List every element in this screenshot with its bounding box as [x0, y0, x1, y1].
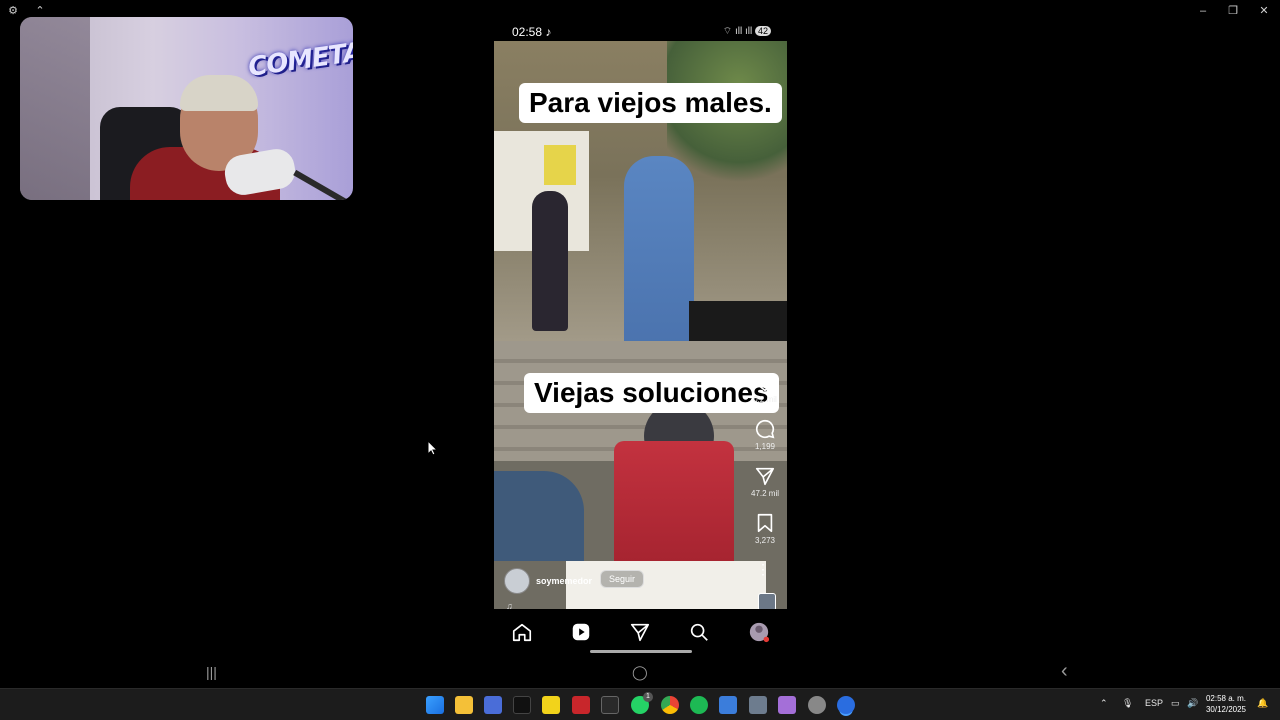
settings-icon[interactable]: ⚙ [6, 4, 20, 18]
more-options-icon[interactable]: ⋮ [756, 561, 770, 578]
taskbar: 1 ⌃ 🎙 ESP ▭ 🔊 02:58 a. m. 30/12/2025 🔔 [0, 688, 1280, 720]
mic-boom-arm [293, 169, 353, 200]
network-icon[interactable]: ▭ [1171, 698, 1180, 709]
video-red-chair [614, 441, 734, 581]
profile-avatar-icon[interactable] [748, 621, 770, 643]
recents-button[interactable]: ||| [206, 664, 217, 680]
video-dancer [624, 156, 694, 356]
status-bar: 02:58 ♪ ⌔ ıll ıll 42 [494, 21, 787, 41]
search-icon[interactable] [688, 621, 710, 643]
author-username[interactable]: soymemedor [536, 576, 592, 586]
share-button[interactable]: 47.2 mil [751, 465, 779, 512]
terminal-icon[interactable] [601, 696, 619, 714]
restore-button[interactable]: ❐ [1218, 2, 1248, 20]
comment-count: 1,199 [754, 442, 776, 451]
audio-caption[interactable]: ♫ _ [506, 601, 520, 609]
active-tiktok-mirror-icon[interactable] [837, 696, 855, 714]
comment-icon [755, 419, 775, 439]
reel-video[interactable]: Para viejos males. Viejas soluciones 0.2… [494, 41, 787, 609]
streamer-logo: COMETA [246, 37, 353, 83]
like-count: 0.2 mil [753, 395, 777, 404]
tray-chevron-icon[interactable]: ⌃ [1100, 698, 1108, 709]
status-time: 02:58 ♪ [512, 25, 552, 39]
tiktok-icon[interactable] [513, 696, 531, 714]
status-indicators: ⌔ ıll ıll 42 [723, 25, 771, 38]
webcam-background [20, 17, 90, 200]
caption-bottom: Viejas soluciones [524, 373, 779, 413]
direct-messages-icon[interactable] [629, 621, 651, 643]
video-poster [566, 561, 766, 609]
author-avatar[interactable] [504, 568, 530, 594]
save-button[interactable]: 3,273 [751, 512, 779, 559]
action-rail: 0.2 mil 1,199 47.2 mil 3,273 [751, 371, 779, 559]
heart-icon [755, 374, 775, 392]
clock-date: 30/12/2025 [1205, 705, 1246, 714]
webcam-person-cap [180, 75, 258, 111]
minimize-button[interactable]: – [1188, 2, 1218, 20]
notifications-icon[interactable]: 🔔 [1257, 698, 1268, 709]
video-yellow-sign [544, 145, 576, 185]
comment-button[interactable]: 1,199 [751, 418, 779, 465]
follow-button[interactable]: Seguir [600, 570, 645, 588]
file-explorer-icon[interactable] [455, 696, 473, 714]
bookmark-icon [757, 513, 773, 533]
start-button-icon[interactable] [426, 696, 444, 714]
video-blue-figure [494, 471, 584, 561]
volume-icon[interactable]: 🔊 [1187, 698, 1198, 709]
system-home-button[interactable]: ◯ [632, 664, 648, 681]
reels-icon[interactable] [570, 621, 592, 643]
save-count: 3,273 [754, 536, 776, 545]
whatsapp-badge: 1 [643, 692, 653, 702]
pin-icon[interactable]: ⌃ [33, 4, 47, 18]
tiktok-status-icon: ♪ [545, 25, 552, 39]
language-indicator[interactable]: ESP [1145, 698, 1163, 708]
app-window-icon[interactable] [719, 696, 737, 714]
home-indicator[interactable] [590, 650, 692, 653]
battery-icon: 42 [754, 26, 771, 36]
clock-time: 02:58 a. m. [1205, 694, 1246, 703]
caption-top: Para viejos males. [519, 83, 782, 123]
audio-thumbnail[interactable] [758, 593, 776, 609]
share-count: 47.2 mil [751, 489, 780, 498]
chrome-icon[interactable] [661, 696, 679, 714]
game-app-icon[interactable] [778, 696, 796, 714]
sticky-notes-icon[interactable] [542, 696, 560, 714]
video-bystander [532, 191, 568, 331]
spotify-icon[interactable] [690, 696, 708, 714]
voicemeeter-icon[interactable] [572, 696, 590, 714]
steam-icon[interactable] [808, 696, 826, 714]
home-icon[interactable] [511, 621, 533, 643]
signal-icon: ⌔ ıll ıll [722, 26, 753, 37]
system-clock[interactable]: 02:58 a. m. 30/12/2025 [1206, 693, 1246, 715]
mouse-cursor-icon [427, 440, 437, 456]
like-button[interactable]: 0.2 mil [751, 371, 779, 418]
store-icon[interactable] [484, 696, 502, 714]
webcam-overlay: COMETA [20, 17, 353, 200]
system-back-button[interactable]: ‹ [1061, 660, 1068, 683]
microphone-icon[interactable]: 🎙 [1122, 698, 1133, 709]
phone-screen: 02:58 ♪ ⌔ ıll ıll 42 Para viejos males. … [494, 21, 787, 657]
send-icon [755, 467, 775, 486]
calendar-app-icon[interactable] [749, 696, 767, 714]
close-button[interactable]: ✕ [1249, 2, 1279, 20]
